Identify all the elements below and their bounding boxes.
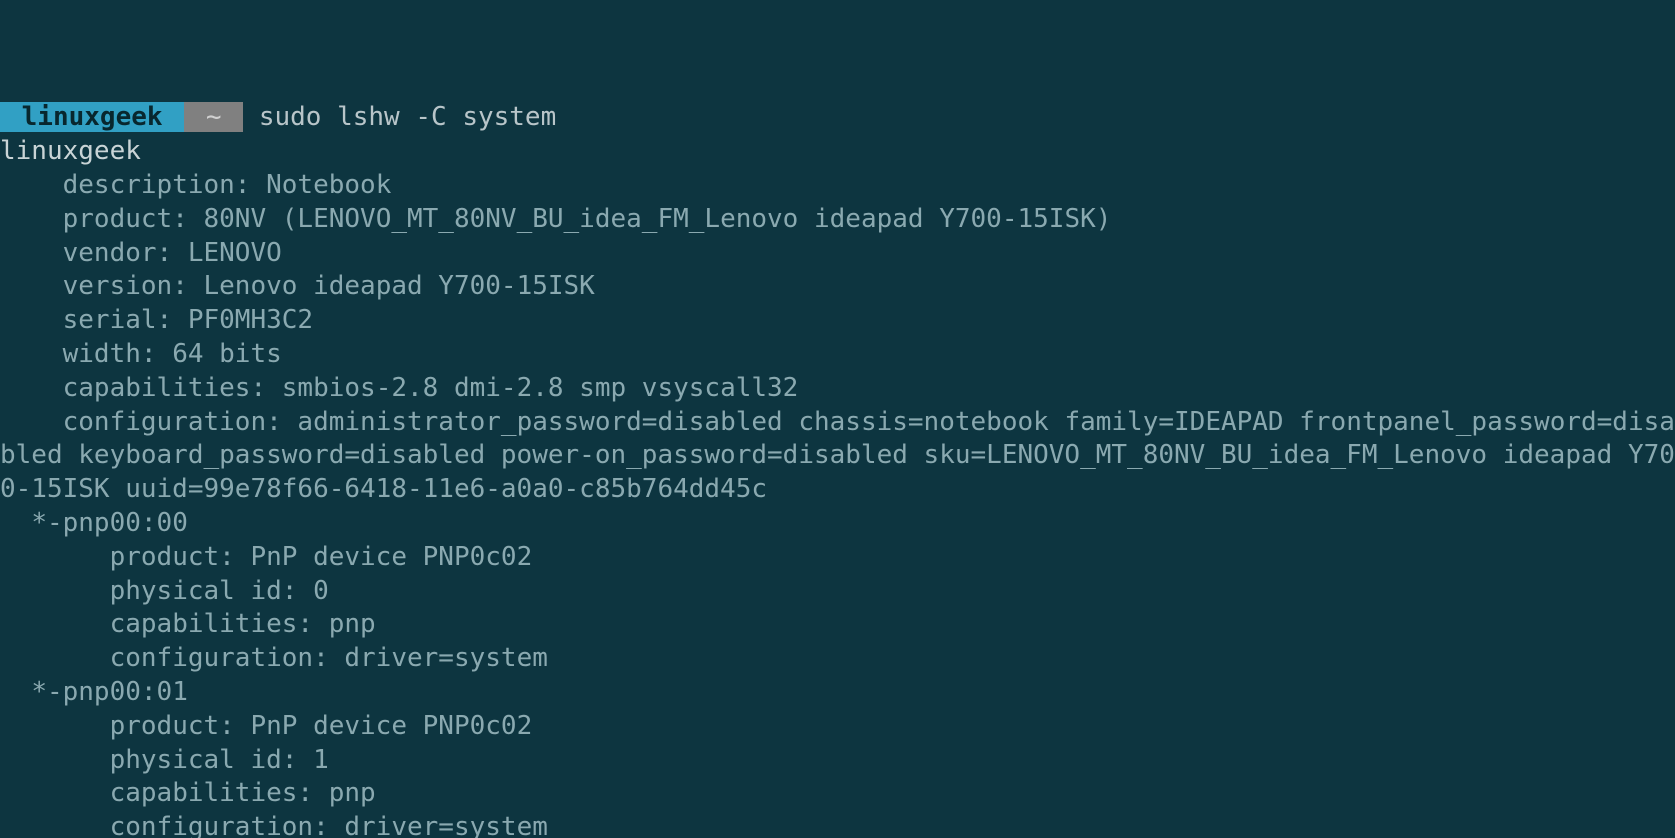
pnp1-product: product: PnP device PNP0c02 xyxy=(0,711,532,741)
command-text: sudo lshw -C system xyxy=(259,102,556,132)
pnp0-cap: capabilities: pnp xyxy=(0,609,376,639)
line-configuration: configuration: administrator_password=di… xyxy=(0,407,1675,505)
pnp0-header: *-pnp00:00 xyxy=(0,508,188,538)
line-product: product: 80NV (LENOVO_MT_80NV_BU_idea_FM… xyxy=(0,204,1111,234)
prompt-user: linuxgeek xyxy=(0,102,184,132)
line-capabilities: capabilities: smbios-2.8 dmi-2.8 smp vsy… xyxy=(0,373,798,403)
line-version: version: Lenovo ideapad Y700-15ISK xyxy=(0,271,595,301)
hostname-line: linuxgeek xyxy=(0,136,141,166)
prompt-path: ~ xyxy=(184,102,243,132)
pnp0-conf: configuration: driver=system xyxy=(0,643,548,673)
pnp0-product: product: PnP device PNP0c02 xyxy=(0,542,532,572)
line-serial: serial: PF0MH3C2 xyxy=(0,305,313,335)
line-vendor: vendor: LENOVO xyxy=(0,238,282,268)
pnp1-header: *-pnp00:01 xyxy=(0,677,188,707)
pnp1-physid: physical id: 1 xyxy=(0,745,329,775)
pnp0-physid: physical id: 0 xyxy=(0,576,329,606)
line-width: width: 64 bits xyxy=(0,339,282,369)
terminal[interactable]: linuxgeek ~ sudo lshw -C system linuxgee… xyxy=(0,68,1675,838)
pnp1-conf: configuration: driver=system xyxy=(0,812,548,838)
line-description: description: Notebook xyxy=(0,170,391,200)
